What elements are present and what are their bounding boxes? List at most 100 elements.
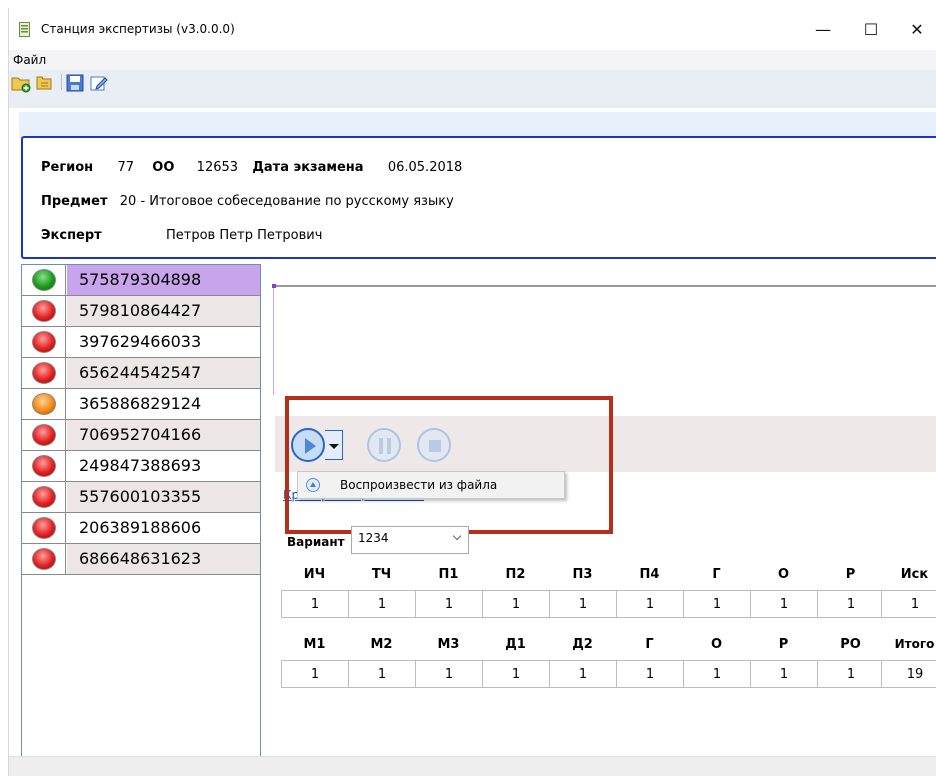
play-from-file-label: Воспроизвести из файла: [340, 478, 498, 492]
menu-file[interactable]: Файл: [13, 53, 46, 67]
score-header: РО: [840, 637, 861, 652]
folder-tree-icon[interactable]: [35, 73, 55, 93]
pause-icon: [379, 438, 391, 454]
subject-value: 20 - Итоговое собеседование по русскому …: [119, 194, 454, 209]
score-cell[interactable]: 1: [281, 661, 348, 687]
score-header: Р: [778, 637, 789, 652]
status-cell: [22, 513, 66, 543]
participant-id: 579810864427: [67, 296, 260, 326]
score-cell[interactable]: 1: [750, 591, 817, 617]
media-edge: [273, 287, 274, 395]
status-cell: [22, 544, 66, 574]
status-red-icon: [32, 455, 56, 477]
score-cell[interactable]: 1: [549, 591, 616, 617]
edit-icon[interactable]: [89, 73, 109, 93]
list-item[interactable]: 579810864427: [22, 296, 260, 327]
play-button[interactable]: [291, 428, 325, 462]
score-header: Д1: [505, 637, 526, 652]
status-orange-icon: [32, 393, 56, 415]
participant-id: 575879304898: [67, 265, 260, 295]
play-from-file-menu[interactable]: Воспроизвести из файла: [297, 471, 565, 499]
score-cell[interactable]: 1: [683, 591, 750, 617]
exam-info-box: Регион 77 ОО 12653 Дата экзамена 06.05.2…: [21, 136, 936, 259]
variant-value: 1234: [358, 531, 389, 545]
scores-header-row-1: ИЧ ТЧ П1 П2 П3 П4 Г О Р Иск: [281, 564, 936, 586]
play-icon: [305, 438, 316, 454]
oo-label: ОО: [152, 160, 175, 175]
scores-value-row-1: 1 1 1 1 1 1 1 1 1 1: [281, 590, 936, 618]
list-item[interactable]: 249847388693: [22, 451, 260, 482]
participant-list: 575879304898 579810864427 397629466033 6…: [21, 264, 261, 774]
list-item[interactable]: 706952704166: [22, 420, 260, 451]
score-cell[interactable]: 1: [683, 661, 750, 687]
participant-id: 365886829124: [79, 394, 202, 413]
region-value: 77: [117, 160, 134, 175]
score-cell[interactable]: 1: [817, 591, 884, 617]
score-cell[interactable]: 1: [616, 661, 683, 687]
status-red-icon: [32, 486, 56, 508]
status-red-icon: [32, 517, 56, 539]
expert-value: Петров Петр Петрович: [166, 228, 323, 243]
list-item[interactable]: 557600103355: [22, 482, 260, 513]
toolbar: [9, 70, 936, 108]
score-cell[interactable]: 1: [348, 661, 415, 687]
region-label: Регион: [41, 160, 94, 175]
score-cell[interactable]: 1: [482, 661, 549, 687]
score-cell[interactable]: 1: [881, 591, 936, 617]
score-cell[interactable]: 1: [348, 591, 415, 617]
score-cell[interactable]: 1: [616, 591, 683, 617]
total-score-cell[interactable]: 19: [881, 661, 936, 687]
score-cell[interactable]: 1: [281, 591, 348, 617]
subject-label: Предмет: [41, 194, 108, 209]
score-header: О: [777, 567, 790, 582]
add-folder-icon[interactable]: [11, 73, 31, 93]
info-banner: [19, 112, 936, 138]
media-divider: [273, 285, 936, 287]
score-cell[interactable]: 1: [415, 591, 482, 617]
toolbar-separator: [61, 74, 62, 90]
close-button[interactable]: ✕: [895, 14, 936, 44]
maximize-button[interactable]: ☐: [849, 14, 893, 44]
play-dropdown-button[interactable]: [325, 430, 343, 460]
status-green-icon: [32, 269, 56, 291]
eject-icon: [306, 478, 320, 492]
score-cell[interactable]: 1: [549, 661, 616, 687]
score-header: Иск: [900, 567, 929, 582]
minimize-button[interactable]: —: [801, 14, 845, 44]
status-bar: [9, 756, 936, 776]
status-cell: [22, 420, 66, 450]
participant-id: 206389188606: [79, 518, 202, 537]
variant-select[interactable]: 1234: [351, 526, 469, 554]
info-row-region: Регион 77 ОО 12653 Дата экзамена 06.05.2…: [41, 160, 462, 175]
score-header: П1: [438, 567, 459, 582]
score-header: Г: [645, 637, 654, 652]
status-cell: [22, 451, 66, 481]
oo-value: 12653: [196, 160, 239, 175]
score-cell[interactable]: 1: [817, 661, 884, 687]
list-item[interactable]: 686648631623: [22, 544, 260, 575]
score-header: О: [710, 637, 723, 652]
stop-button[interactable]: [417, 428, 451, 462]
title-bar: Станция экспертизы (v3.0.0.0) — ☐ ✕: [9, 8, 936, 50]
score-header: ИЧ: [303, 567, 326, 582]
score-header: М3: [437, 637, 460, 652]
status-red-icon: [32, 331, 56, 353]
pause-button[interactable]: [367, 428, 401, 462]
list-item[interactable]: 365886829124: [22, 389, 260, 420]
status-cell: [22, 358, 66, 388]
score-header: Р: [845, 567, 856, 582]
list-item[interactable]: 575879304898: [22, 265, 260, 296]
list-item[interactable]: 206389188606: [22, 513, 260, 544]
score-header: М1: [303, 637, 326, 652]
score-cell[interactable]: 1: [482, 591, 549, 617]
chevron-down-icon: [329, 444, 339, 449]
stop-icon: [429, 440, 441, 452]
list-item[interactable]: 397629466033: [22, 327, 260, 358]
score-cell[interactable]: 1: [750, 661, 817, 687]
participant-id: 686648631623: [67, 544, 260, 574]
info-row-subject: Предмет 20 - Итоговое собеседование по р…: [41, 194, 454, 209]
save-icon[interactable]: [65, 73, 85, 93]
status-red-icon: [32, 548, 56, 570]
score-cell[interactable]: 1: [415, 661, 482, 687]
list-item[interactable]: 656244542547: [22, 358, 260, 389]
